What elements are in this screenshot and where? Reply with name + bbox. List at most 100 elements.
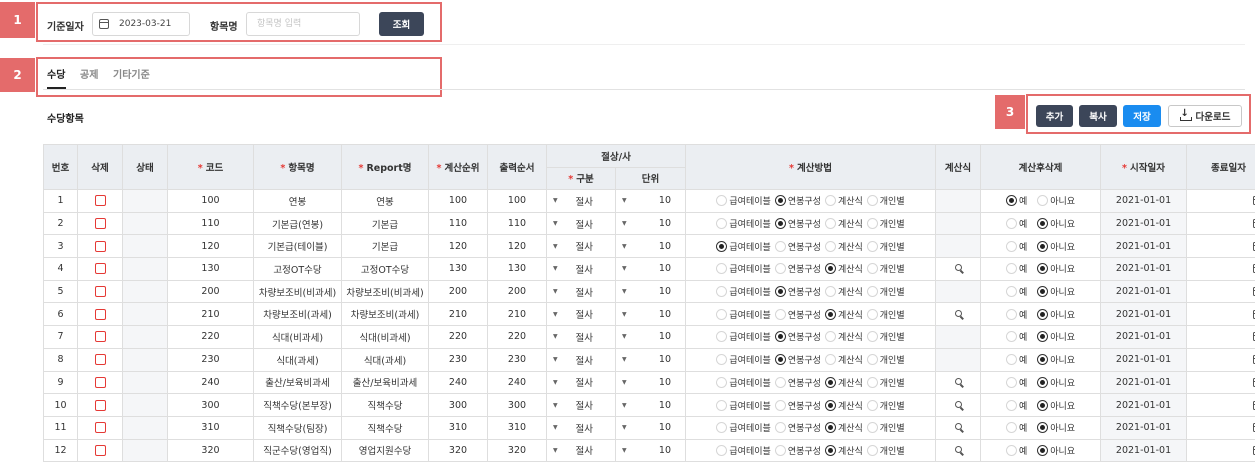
cell-rounding-type[interactable]: ▼ 절사 (546, 415, 616, 440)
method-radio-group[interactable]: 급여테이블 연봉구성 계산식 개인별 (687, 330, 935, 343)
method-radio-group[interactable]: 급여테이블 연봉구성 계산식 개인별 (687, 217, 935, 230)
cell-delete[interactable] (77, 279, 123, 304)
cell-print-order[interactable]: 130 (487, 257, 547, 281)
cell-delete[interactable] (77, 257, 123, 281)
cell-start-date[interactable]: 2021-01-01 (1100, 370, 1188, 395)
tab-deduction[interactable]: 공제 (80, 66, 98, 81)
search-icon[interactable] (954, 423, 962, 431)
delete-after-option[interactable]: 아니요 (1037, 262, 1075, 275)
cell-name[interactable]: 기본급(테이블) (253, 234, 342, 259)
cell-delete[interactable] (77, 234, 123, 259)
cell-end-date[interactable] (1186, 438, 1255, 463)
cell-rounding-unit[interactable]: ▼ 10 (614, 211, 687, 236)
delete-after-option[interactable]: 예 (1005, 240, 1027, 253)
cell-name[interactable]: 직책수당(팀장) (253, 415, 342, 440)
cell-name[interactable]: 식대(과세) (253, 347, 342, 372)
cell-calc-order[interactable]: 120 (428, 234, 488, 259)
cell-end-date[interactable] (1186, 347, 1255, 372)
delete-after-radio-group[interactable]: 예 아니요 (982, 399, 1100, 412)
cell-code[interactable]: 200 (167, 279, 254, 304)
method-option[interactable]: 개인별 (866, 399, 905, 412)
cell-calc-order[interactable]: 220 (428, 325, 488, 349)
delete-after-radio-group[interactable]: 예 아니요 (982, 308, 1100, 321)
method-option[interactable]: 연봉구성 (774, 262, 821, 275)
delete-after-option[interactable]: 예 (1005, 262, 1027, 275)
cell-end-date[interactable] (1186, 234, 1255, 259)
cell-rounding-unit[interactable]: ▼ 10 (614, 279, 687, 304)
cell-start-date[interactable]: 2021-01-01 (1100, 279, 1188, 304)
delete-checkbox[interactable] (94, 331, 106, 343)
method-option[interactable]: 계산식 (824, 217, 863, 230)
cell-rounding-type[interactable]: ▼ 절사 (546, 189, 616, 213)
method-option[interactable]: 연봉구성 (774, 240, 821, 253)
method-radio-group[interactable]: 급여테이블 연봉구성 계산식 개인별 (687, 240, 935, 253)
method-option[interactable]: 급여테이블 (716, 376, 771, 389)
cell-end-date[interactable] (1186, 302, 1255, 327)
cell-report[interactable]: 고정OT수당 (341, 257, 429, 281)
delete-after-option[interactable]: 예 (1005, 330, 1027, 343)
method-option[interactable]: 개인별 (866, 285, 905, 298)
cell-rounding-type[interactable]: ▼ 절사 (546, 257, 616, 281)
cell-delete[interactable] (77, 415, 123, 440)
cell-end-date[interactable] (1186, 189, 1255, 213)
cell-start-date[interactable]: 2021-01-01 (1100, 211, 1188, 236)
cell-end-date[interactable] (1186, 393, 1255, 417)
cell-rounding-type[interactable]: ▼ 절사 (546, 325, 616, 349)
cell-end-date[interactable] (1186, 415, 1255, 440)
method-option[interactable]: 연봉구성 (774, 399, 821, 412)
cell-name[interactable]: 직책수당(본부장) (253, 393, 342, 417)
cell-print-order[interactable]: 240 (487, 370, 547, 395)
delete-after-radio-group[interactable]: 예 아니요 (982, 330, 1100, 343)
cell-code[interactable]: 300 (167, 393, 254, 417)
method-radio-group[interactable]: 급여테이블 연봉구성 계산식 개인별 (687, 353, 935, 366)
method-option[interactable]: 개인별 (866, 353, 905, 366)
delete-after-option[interactable]: 아니요 (1037, 421, 1075, 434)
method-option[interactable]: 개인별 (866, 194, 905, 207)
delete-after-radio-group[interactable]: 예 아니요 (982, 285, 1100, 298)
cell-report[interactable]: 연봉 (341, 189, 429, 213)
cell-print-order[interactable]: 110 (487, 211, 547, 236)
method-option[interactable]: 개인별 (866, 444, 905, 457)
copy-button[interactable]: 복사 (1079, 105, 1117, 127)
method-option[interactable]: 계산식 (824, 262, 863, 275)
cell-calc-order[interactable]: 240 (428, 370, 488, 395)
cell-name[interactable]: 차량보조비(과세) (253, 302, 342, 327)
method-option[interactable]: 계산식 (824, 444, 863, 457)
cell-print-order[interactable]: 210 (487, 302, 547, 327)
delete-checkbox[interactable] (94, 240, 106, 252)
cell-name[interactable]: 직군수당(영업직) (253, 438, 342, 463)
method-radio-group[interactable]: 급여테이블 연봉구성 계산식 개인별 (687, 194, 935, 207)
delete-after-option[interactable]: 예 (1005, 285, 1027, 298)
cell-calc-order[interactable]: 110 (428, 211, 488, 236)
cell-rounding-unit[interactable]: ▼ 10 (614, 325, 687, 349)
cell-start-date[interactable]: 2021-01-01 (1100, 347, 1188, 372)
delete-after-option[interactable]: 예 (1005, 308, 1027, 321)
cell-code[interactable]: 130 (167, 257, 254, 281)
cell-end-date[interactable] (1186, 325, 1255, 349)
method-option[interactable]: 급여테이블 (716, 353, 771, 366)
delete-checkbox[interactable] (94, 195, 106, 207)
delete-after-option[interactable]: 아니요 (1037, 308, 1075, 321)
method-option[interactable]: 개인별 (866, 421, 905, 434)
cell-rounding-unit[interactable]: ▼ 10 (614, 302, 687, 327)
cell-start-date[interactable]: 2021-01-01 (1100, 438, 1188, 463)
method-option[interactable]: 개인별 (866, 376, 905, 389)
delete-after-option[interactable]: 예 (1005, 353, 1027, 366)
method-option[interactable]: 계산식 (824, 421, 863, 434)
method-option[interactable]: 급여테이블 (716, 399, 771, 412)
search-icon[interactable] (954, 400, 962, 408)
delete-after-radio-group[interactable]: 예 아니요 (982, 421, 1100, 434)
cell-calc-order[interactable]: 320 (428, 438, 488, 463)
cell-code[interactable]: 320 (167, 438, 254, 463)
cell-report[interactable]: 식대(비과세) (341, 325, 429, 349)
cell-delete[interactable] (77, 302, 123, 327)
cell-print-order[interactable]: 100 (487, 189, 547, 213)
cell-rounding-unit[interactable]: ▼ 10 (614, 415, 687, 440)
cell-calc-order[interactable]: 100 (428, 189, 488, 213)
delete-after-option[interactable]: 예 (1005, 421, 1027, 434)
cell-formula[interactable] (935, 302, 982, 327)
cell-print-order[interactable]: 310 (487, 415, 547, 440)
delete-after-radio-group[interactable]: 예 아니요 (982, 444, 1100, 457)
cell-rounding-type[interactable]: ▼ 절사 (546, 211, 616, 236)
cell-formula[interactable] (935, 370, 982, 395)
